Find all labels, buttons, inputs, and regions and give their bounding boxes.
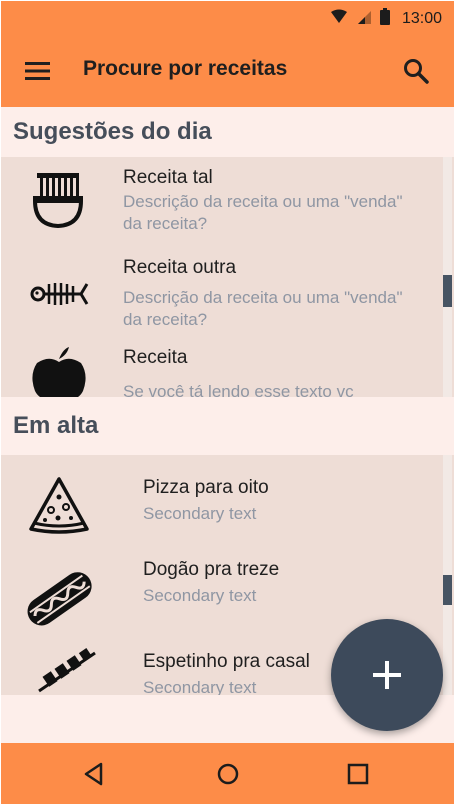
- item-description: Secondary text: [143, 678, 257, 695]
- fish-bone-icon: [29, 277, 89, 316]
- page-title: Procure por receitas: [83, 57, 288, 80]
- list-item[interactable]: Pizza para oito Secondary text: [1, 455, 441, 539]
- list-item[interactable]: Receita tal Descrição da receita ou uma …: [1, 157, 441, 247]
- list-item[interactable]: Receita Se você tá lendo esse texto vc: [1, 337, 441, 397]
- item-description: Secondary text: [143, 586, 257, 605]
- status-icons: 13:00: [330, 8, 442, 30]
- clock: 13:00: [401, 10, 442, 27]
- pizza-slice-icon: [27, 477, 91, 540]
- item-description: Descrição da receita ou uma "venda" da r…: [123, 192, 403, 233]
- section-header-trending: Em alta: [1, 397, 454, 455]
- status-bar: 13:00: [1, 1, 454, 35]
- scrollbar[interactable]: [443, 157, 452, 397]
- scrollbar-thumb[interactable]: [443, 575, 452, 605]
- home-icon[interactable]: [215, 761, 241, 787]
- battery-icon: [379, 8, 390, 30]
- list-item[interactable]: Dogão pra treze Secondary text: [1, 539, 441, 626]
- scrollbar-thumb[interactable]: [443, 275, 452, 307]
- add-recipe-button[interactable]: [331, 619, 443, 731]
- navigation-bar: [1, 743, 454, 804]
- app-bar: Procure por receitas: [1, 35, 454, 107]
- item-title: Receita outra: [123, 257, 237, 278]
- item-title: Dogão pra treze: [143, 559, 280, 580]
- item-title: Pizza para oito: [143, 477, 269, 498]
- suggestions-list[interactable]: Receita tal Descrição da receita ou uma …: [1, 157, 454, 397]
- section-header-suggestions: Sugestões do dia: [1, 107, 454, 157]
- skewer-icon: [37, 647, 99, 695]
- apple-icon: [29, 345, 89, 397]
- menu-icon[interactable]: [23, 59, 53, 83]
- back-icon[interactable]: [81, 761, 107, 787]
- search-icon[interactable]: [402, 57, 430, 85]
- scrollbar[interactable]: [443, 455, 452, 695]
- item-title: Receita: [123, 347, 188, 368]
- item-title: Espetinho pra casal: [143, 651, 310, 672]
- signal-icon: [356, 9, 372, 30]
- list-item[interactable]: Receita outra Descrição da receita ou um…: [1, 247, 441, 337]
- plus-icon: [373, 661, 401, 689]
- item-description: Descrição da receita ou uma "venda" da r…: [123, 288, 403, 329]
- item-description: Secondary text: [143, 504, 257, 523]
- item-description: Se você tá lendo esse texto vc: [123, 382, 354, 397]
- recents-icon[interactable]: [345, 761, 371, 787]
- item-title: Receita tal: [123, 167, 213, 188]
- noodle-bowl-icon: [27, 171, 89, 234]
- wifi-icon: [330, 9, 348, 30]
